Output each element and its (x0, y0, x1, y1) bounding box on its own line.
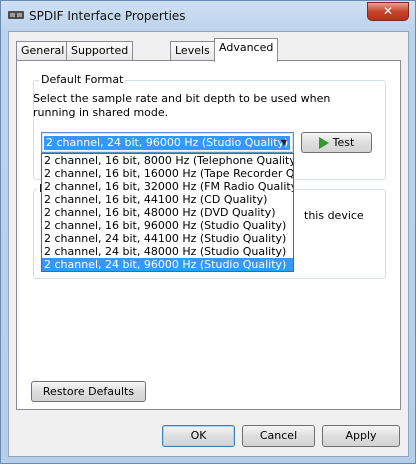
close-button[interactable]: ✕ (367, 2, 409, 21)
title-bar[interactable]: SPDIF Interface Properties ✕ (1, 1, 415, 31)
dropdown-option[interactable]: 2 channel, 24 bit, 96000 Hz (Studio Qual… (42, 258, 293, 271)
chevron-down-icon[interactable]: ▼ (278, 137, 290, 149)
tab-levels[interactable]: Levels (170, 41, 215, 61)
dropdown-option[interactable]: 2 channel, 24 bit, 48000 Hz (Studio Qual… (42, 245, 293, 258)
dropdown-option[interactable]: 2 channel, 24 bit, 44100 Hz (Studio Qual… (42, 232, 293, 245)
cancel-button[interactable]: Cancel (242, 425, 315, 447)
sample-rate-selected-value: 2 channel, 24 bit, 96000 Hz (Studio Qual… (44, 136, 291, 150)
sample-rate-select[interactable]: 2 channel, 24 bit, 96000 Hz (Studio Qual… (41, 132, 294, 153)
exclusive-mode-text: this device (304, 209, 364, 222)
tab-supported-formats[interactable]: Supported Formats (66, 41, 134, 75)
dropdown-option[interactable]: 2 channel, 16 bit, 8000 Hz (Telephone Qu… (42, 154, 293, 167)
dropdown-option[interactable]: 2 channel, 16 bit, 16000 Hz (Tape Record… (42, 167, 293, 180)
dropdown-option[interactable]: 2 channel, 16 bit, 44100 Hz (CD Quality) (42, 193, 293, 206)
dropdown-option[interactable]: 2 channel, 16 bit, 48000 Hz (DVD Quality… (42, 206, 293, 219)
tab-advanced[interactable]: Advanced (214, 38, 279, 62)
tab-general[interactable]: General (16, 41, 70, 61)
test-button[interactable]: Test (301, 132, 372, 153)
ok-button[interactable]: OK (162, 425, 235, 447)
test-button-label: Test (332, 136, 355, 149)
sample-rate-dropdown-list[interactable]: 2 channel, 16 bit, 8000 Hz (Telephone Qu… (41, 153, 294, 272)
default-format-description: Select the sample rate and bit depth to … (33, 92, 331, 119)
play-icon (318, 137, 329, 149)
dropdown-option[interactable]: 2 channel, 16 bit, 96000 Hz (Studio Qual… (42, 219, 293, 232)
apply-button[interactable]: Apply (322, 425, 400, 447)
speaker-icon (8, 11, 24, 19)
restore-defaults-button[interactable]: Restore Defaults (31, 381, 146, 402)
default-format-label: Default Format (39, 73, 126, 86)
window-title: SPDIF Interface Properties (29, 9, 186, 23)
dropdown-option[interactable]: 2 channel, 16 bit, 32000 Hz (FM Radio Qu… (42, 180, 293, 193)
